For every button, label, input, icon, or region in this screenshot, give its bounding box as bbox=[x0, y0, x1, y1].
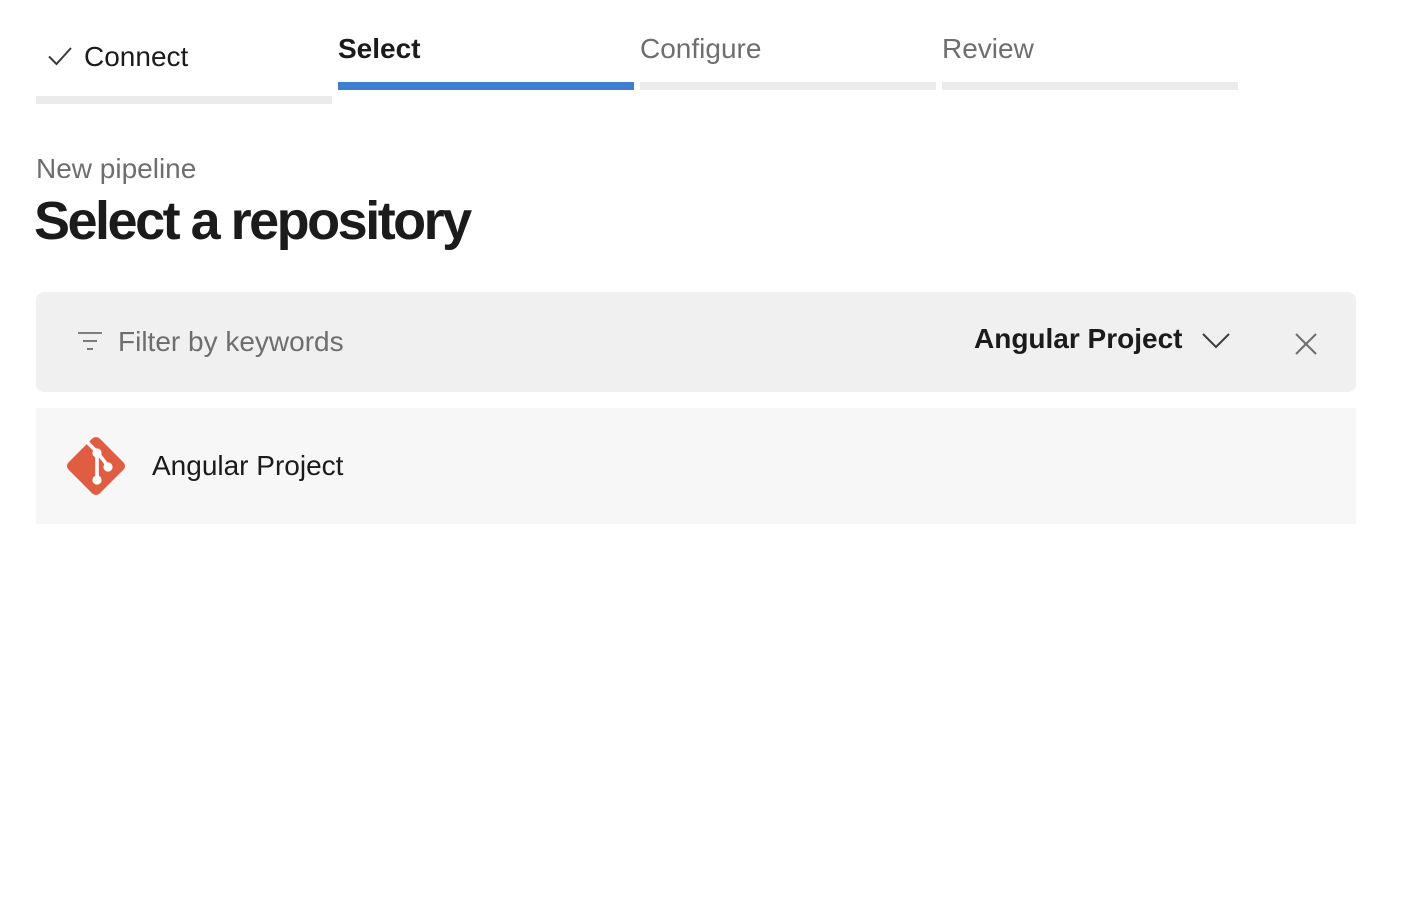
clear-filter-button[interactable] bbox=[1286, 324, 1326, 364]
step-connect-bar bbox=[36, 96, 332, 104]
git-icon bbox=[66, 436, 126, 496]
repository-name: Angular Project bbox=[152, 450, 344, 481]
step-configure-bar bbox=[640, 82, 936, 90]
step-select-label: Select bbox=[338, 33, 421, 64]
step-connect[interactable]: Connect bbox=[36, 0, 332, 104]
wizard-steps: Connect Select Configure Review bbox=[36, 0, 1238, 110]
step-select-bar bbox=[338, 82, 634, 90]
step-configure-label: Configure bbox=[640, 33, 762, 64]
step-select[interactable]: Select bbox=[338, 0, 634, 104]
repository-list: Angular Project bbox=[36, 408, 1356, 524]
project-dropdown-label: Angular Project bbox=[974, 323, 1183, 354]
chevron-down-icon bbox=[1202, 333, 1230, 349]
step-connect-label: Connect bbox=[84, 41, 189, 72]
filter-bar: Angular Project bbox=[36, 292, 1356, 392]
repository-row[interactable]: Angular Project bbox=[36, 408, 1356, 524]
filter-icon bbox=[78, 332, 102, 350]
close-icon bbox=[1295, 333, 1317, 355]
check-icon bbox=[48, 47, 72, 66]
project-dropdown[interactable]: Angular Project bbox=[966, 318, 1246, 362]
step-review-bar bbox=[942, 82, 1238, 90]
step-configure: Configure bbox=[640, 0, 936, 104]
step-review: Review bbox=[942, 0, 1238, 104]
filter-keywords-input[interactable] bbox=[118, 322, 818, 362]
page-title: Select a repository bbox=[34, 191, 472, 251]
page-subtitle: New pipeline bbox=[36, 153, 197, 184]
step-review-label: Review bbox=[942, 33, 1034, 64]
